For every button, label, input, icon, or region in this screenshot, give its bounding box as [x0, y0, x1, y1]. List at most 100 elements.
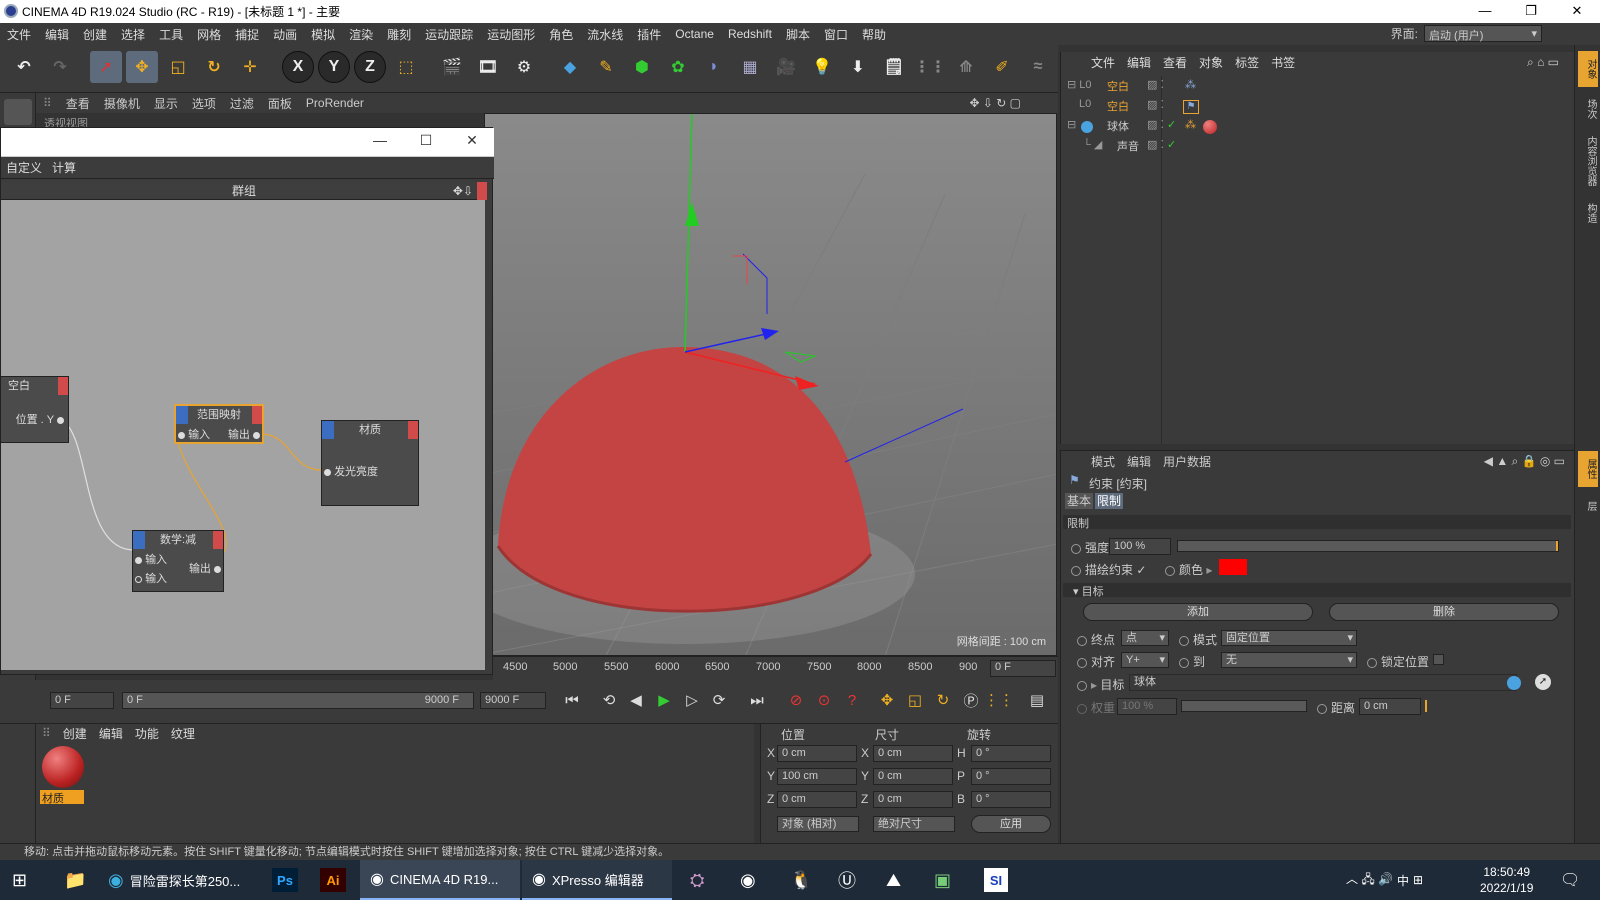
app-icon-1[interactable]: ⛭	[690, 860, 704, 900]
close-button[interactable]: ✕	[1554, 0, 1600, 23]
material-tag-icon[interactable]	[1203, 120, 1217, 134]
menu-item[interactable]: 捕捉	[228, 26, 266, 43]
strength-field[interactable]: 100 %	[1109, 538, 1171, 555]
sculpt-icon[interactable]: ≈	[1022, 51, 1054, 83]
tab-layers[interactable]: 层	[1578, 491, 1598, 521]
render-picture-viewer-icon[interactable]: 🎞	[472, 51, 504, 83]
qq-icon[interactable]: 🐧	[790, 860, 812, 900]
cloner-icon[interactable]: ✿	[662, 51, 694, 83]
viewport-menu-item[interactable]: 过滤	[223, 95, 261, 112]
clock[interactable]: 18:50:49 2022/1/19	[1480, 860, 1533, 900]
pos-x-field[interactable]: 0 cm	[777, 745, 857, 762]
menu-item[interactable]: 脚本	[779, 26, 817, 43]
key-parameter-icon[interactable]: Ⓟ	[959, 688, 983, 712]
attribute-nav-icons[interactable]: ◀ ▲ ⌕ 🔒 ◎ ▭	[1484, 454, 1565, 469]
xpresso-tag-icon[interactable]: ⁂	[1185, 78, 1196, 91]
x-axis-lock-icon[interactable]: X	[282, 51, 314, 83]
floor-icon[interactable]: ▦	[734, 51, 766, 83]
cube-icon[interactable]: ◆	[554, 51, 586, 83]
scale-tool-icon[interactable]: ◱	[162, 51, 194, 83]
xpresso-minimize-button[interactable]: —	[365, 132, 395, 148]
pos-z-field[interactable]: 0 cm	[777, 791, 857, 808]
object-menu-item[interactable]: 对象	[1193, 54, 1229, 71]
script-icon[interactable]: 🗒	[878, 51, 910, 83]
minimize-button[interactable]: —	[1462, 0, 1508, 23]
render-view-icon[interactable]: 🎬	[436, 51, 468, 83]
material-menu-item[interactable]: 功能	[129, 725, 165, 742]
viewport-menu-item[interactable]: 查看	[59, 95, 97, 112]
model-mode-icon[interactable]	[4, 99, 32, 125]
menu-item[interactable]: Octane	[668, 27, 721, 41]
node-range-in[interactable]: 输入	[178, 426, 210, 442]
menu-item[interactable]: 创建	[76, 26, 114, 43]
visibility-icon[interactable]: ▨ ⁚	[1147, 98, 1164, 111]
rot-h-field[interactable]: 0 °	[971, 745, 1051, 762]
xpresso-node-canvas[interactable]: 空白 位置 . Y 范围映射 输入 输出 材质 发光亮度 数学:减 输入 输入 …	[1, 200, 485, 670]
node-null-port[interactable]: 位置 . Y	[16, 411, 64, 427]
menu-item[interactable]: 窗口	[817, 26, 855, 43]
menu-item[interactable]: 运动跟踪	[418, 26, 480, 43]
node-null[interactable]: 空白 位置 . Y	[1, 376, 69, 443]
size-y-field[interactable]: 0 cm	[873, 768, 953, 785]
xpresso-menu-item[interactable]: 自定义	[1, 159, 47, 176]
move-tool-icon[interactable]: ✥	[126, 51, 158, 83]
start-frame-field[interactable]: 0 F	[50, 692, 114, 709]
object-row[interactable]: L0 空白 ▨ ⁚ ⚑	[1061, 98, 1575, 118]
object-row[interactable]: ⊟ L0 空白 ▨ ⁚ ⁂	[1061, 78, 1575, 98]
object-menu-item[interactable]: 编辑	[1121, 54, 1157, 71]
menu-item[interactable]: 雕刻	[380, 26, 418, 43]
play-icon[interactable]: ▶	[652, 688, 676, 712]
menu-item[interactable]: 编辑	[38, 26, 76, 43]
camera-icon[interactable]: 🎥	[770, 51, 802, 83]
align-dropdown[interactable]: Y+ ▾	[1121, 652, 1169, 668]
subdivision-icon[interactable]: ⬢	[626, 51, 658, 83]
menu-item[interactable]: 渲染	[342, 26, 380, 43]
delete-button[interactable]: 删除	[1329, 603, 1559, 621]
goto-start-icon[interactable]: ⏮	[560, 688, 584, 712]
node-math-in2[interactable]: 输入	[135, 570, 167, 586]
distance-slider[interactable]	[1425, 700, 1551, 712]
constraint-tag-icon[interactable]: ⚑	[1183, 100, 1199, 114]
transform-tool-icon[interactable]: ✛	[234, 51, 266, 83]
taskbar-item-browser[interactable]: ◉ 冒险雷探长第250...	[108, 860, 240, 900]
node-range-mapper[interactable]: 范围映射 输入 输出	[174, 404, 264, 444]
download-icon[interactable]: ⬇	[842, 51, 874, 83]
object-name[interactable]: 声音	[1117, 138, 1139, 154]
menu-item[interactable]: 选择	[114, 26, 152, 43]
timeline-ruler[interactable]: 4500 5000 5500 6000 6500 7000 7500 8000 …	[493, 656, 1058, 680]
layout-dropdown[interactable]: 启动 (用户) ▾	[1424, 25, 1542, 42]
current-frame-field[interactable]: 0 F	[990, 660, 1056, 677]
windows-start-icon[interactable]: ⊞	[12, 860, 27, 900]
tab-content-browser[interactable]: 内容浏览器	[1578, 131, 1598, 191]
strength-slider[interactable]	[1177, 540, 1559, 552]
brush-icon[interactable]: ✐	[986, 51, 1018, 83]
expand-icon[interactable]: ⊟ L0	[1067, 78, 1092, 91]
prev-key-icon[interactable]: ⟲	[597, 688, 621, 712]
visibility-icon[interactable]: ▨ ⁚ ✓	[1147, 118, 1176, 131]
nav-arrows-icon[interactable]: ✥⇩	[453, 182, 473, 200]
key-position-icon[interactable]: ✥	[875, 688, 899, 712]
timeline-window-icon[interactable]: ▤	[1025, 688, 1049, 712]
phong-tag-icon[interactable]: ⁂	[1185, 118, 1196, 131]
distance-field[interactable]: 0 cm	[1359, 698, 1421, 715]
notification-icon[interactable]: 🗨	[1560, 860, 1580, 900]
material-menu-item[interactable]: 编辑	[93, 725, 129, 742]
menu-item[interactable]: 模拟	[304, 26, 342, 43]
menu-item[interactable]: 帮助	[855, 26, 893, 43]
tab-attributes[interactable]: 属性	[1578, 451, 1598, 487]
menu-item[interactable]: 文件	[0, 26, 38, 43]
viewport-menu-item[interactable]: 面板	[261, 95, 299, 112]
pick-object-icon[interactable]: ➚	[1535, 674, 1551, 690]
app-icon-3[interactable]: ⛰	[886, 860, 901, 900]
attribute-menu-item[interactable]: 模式	[1085, 453, 1121, 470]
unreal-icon[interactable]: Ⓤ	[838, 860, 856, 900]
node-range-out[interactable]: 输出	[228, 426, 260, 442]
pos-y-field[interactable]: 100 cm	[777, 768, 857, 785]
y-axis-lock-icon[interactable]: Y	[318, 51, 350, 83]
menu-item[interactable]: 流水线	[580, 26, 630, 43]
expand-arrow-icon[interactable]: ▸	[1091, 678, 1097, 692]
viewport-menu-item[interactable]: 摄像机	[97, 95, 147, 112]
xpresso-menu-item[interactable]: 计算	[47, 159, 81, 176]
material-name[interactable]: 材质	[40, 790, 84, 805]
next-key-icon[interactable]: ⟳	[707, 688, 731, 712]
